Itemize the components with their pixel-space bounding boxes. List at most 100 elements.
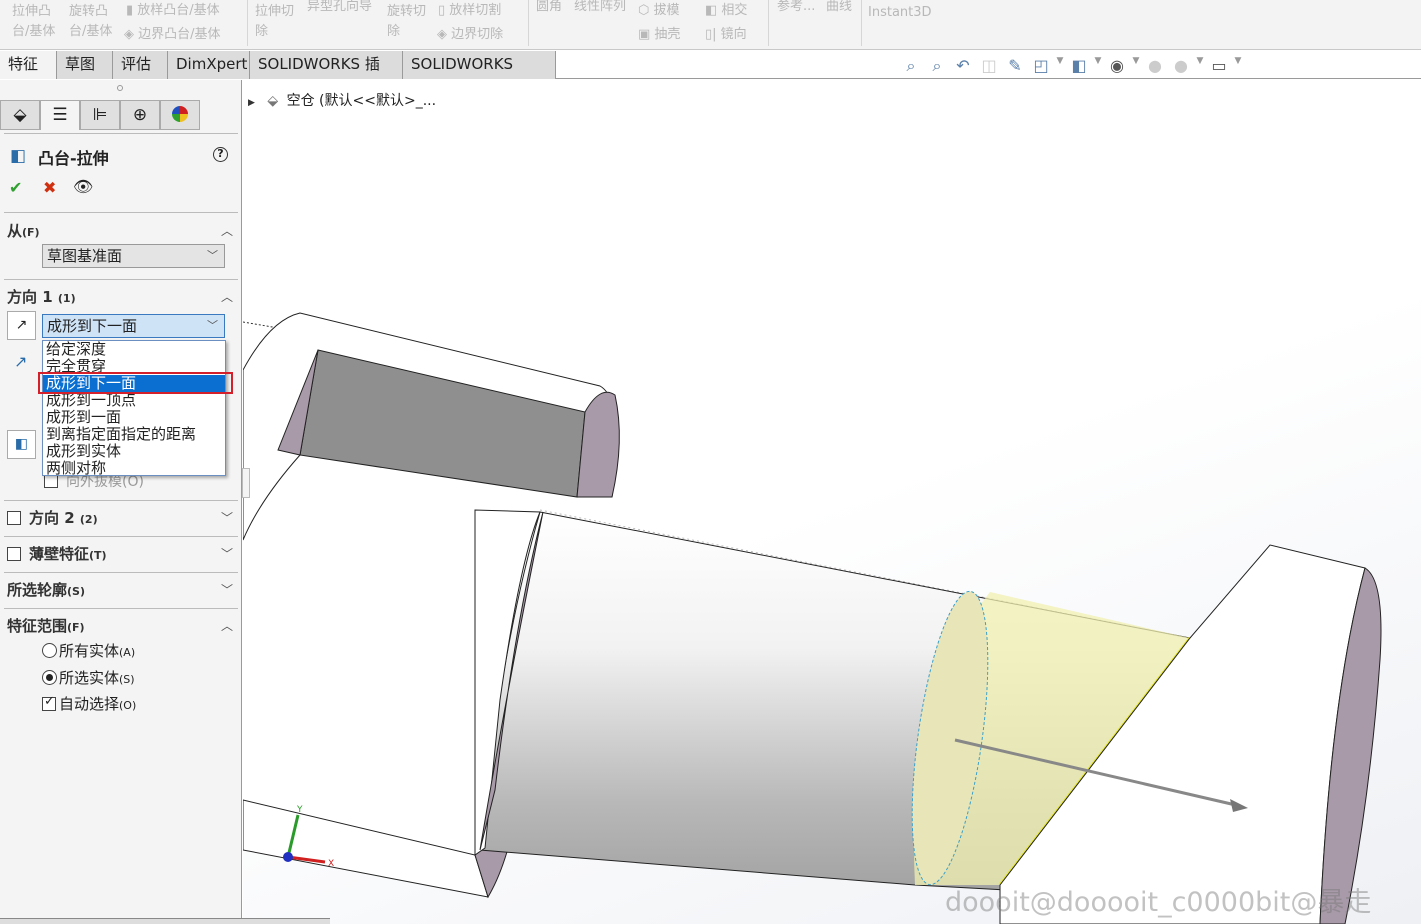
end-condition-value: 成形到下一面 bbox=[47, 317, 138, 335]
boundary-icon: ◈ bbox=[124, 27, 139, 42]
end-condition-dropdown-list[interactable]: 给定深度 完全贯穿 成形到下一面 成形到一顶点 成形到一面 到离指定面指定的距离… bbox=[42, 340, 226, 477]
chevron-down-icon[interactable]: ﹀ bbox=[221, 545, 233, 562]
tab-mbd[interactable]: SOLIDWORKS MBD bbox=[403, 51, 556, 100]
mirror-button[interactable]: ▯| 镜向 bbox=[705, 24, 747, 46]
expand-arrow-icon[interactable]: ▶ bbox=[248, 98, 255, 108]
direction1-section-header[interactable]: 方向 1 (1) bbox=[7, 286, 76, 307]
reverse-direction-button[interactable]: ↗ bbox=[7, 311, 36, 340]
apply-scene-icon[interactable]: ● bbox=[1170, 56, 1192, 76]
option-offset-from-surface[interactable]: 到离指定面指定的距离 bbox=[43, 426, 225, 443]
checkmark-icon: ✓ bbox=[44, 694, 55, 709]
draft-toggle-button[interactable]: ◧ bbox=[7, 430, 36, 459]
all-bodies-radio[interactable]: 所有实体(A) bbox=[42, 640, 135, 661]
chevron-down-icon[interactable]: ﹀ bbox=[221, 581, 233, 598]
hole-wizard-button[interactable]: 异型孔向导 bbox=[307, 0, 372, 18]
chevron-up-icon[interactable]: ︿ bbox=[221, 617, 233, 634]
chevron-down-icon[interactable]: ▼ bbox=[1234, 56, 1242, 76]
chevron-down-icon[interactable]: ▼ bbox=[1094, 56, 1102, 76]
section-view-icon[interactable]: ◫ bbox=[978, 56, 1000, 76]
intersect-button[interactable]: ◧ 相交 bbox=[705, 0, 747, 22]
draft-button[interactable]: ⬡ 拔模 bbox=[638, 0, 680, 22]
chevron-up-icon[interactable]: ︿ bbox=[221, 288, 233, 305]
tab-dimxpert[interactable]: DimXpert bbox=[168, 51, 250, 79]
help-button[interactable]: ? bbox=[213, 147, 228, 162]
extrude-cut-button[interactable]: 拉伸切 除 bbox=[255, 2, 294, 42]
option-mid-plane[interactable]: 两侧对称 bbox=[43, 460, 225, 477]
command-manager-ribbon: 拉伸凸 台/基体 旋转凸 台/基体 ▮ 放样凸台/基体 ◈ 边界凸台/基体 拉伸… bbox=[0, 0, 1421, 50]
tab-sketch[interactable]: 草图 bbox=[57, 51, 113, 79]
boundary-boss-label: 边界凸台/基体 bbox=[138, 27, 221, 42]
loft-cut-button[interactable]: ▯ 放样切割 bbox=[438, 0, 501, 22]
instant3d-button[interactable]: Instant3D bbox=[868, 2, 932, 24]
direction1-label: 方向 1 bbox=[7, 288, 53, 306]
thin-feature-checkbox[interactable] bbox=[7, 547, 21, 561]
option-blind[interactable]: 给定深度 bbox=[43, 341, 225, 358]
part-name: 空仓 (默认<<默认>_... bbox=[286, 93, 437, 109]
end-condition-select[interactable]: 成形到下一面 ﹀ bbox=[42, 314, 225, 338]
hide-show-icon[interactable]: ◉ bbox=[1106, 56, 1128, 76]
dimxpert-manager-tab[interactable]: ⊕ bbox=[120, 100, 160, 130]
edit-appearance-icon[interactable]: ● bbox=[1144, 56, 1166, 76]
ok-button[interactable]: ✔ bbox=[9, 178, 22, 197]
loft-icon: ▮ bbox=[126, 3, 138, 18]
revolve-cut-button[interactable]: 旋转切 除 bbox=[387, 2, 426, 42]
display-style-icon[interactable]: ◧ bbox=[1068, 56, 1090, 76]
auto-select-checkbox[interactable]: ✓ 自动选择(O) bbox=[42, 693, 136, 714]
direction2-key: (2) bbox=[79, 513, 98, 526]
reference-geometry-button[interactable]: 参考... bbox=[777, 0, 815, 18]
feature-manager-tab[interactable]: ⬙ bbox=[0, 100, 40, 130]
tab-evaluate[interactable]: 评估 bbox=[113, 51, 168, 79]
tab-features[interactable]: 特征 bbox=[0, 51, 57, 79]
option-up-to-surface[interactable]: 成形到一面 bbox=[43, 409, 225, 426]
preview-eye-button[interactable]: 👁 bbox=[73, 177, 93, 196]
configuration-manager-tab[interactable]: ⊫ bbox=[80, 100, 120, 130]
splitter-handle[interactable] bbox=[117, 85, 123, 91]
graphics-area[interactable]: Y X bbox=[243, 80, 1421, 924]
highlight-annotation-box bbox=[38, 372, 233, 394]
display-manager-tab[interactable] bbox=[160, 100, 200, 130]
boundary-boss-button[interactable]: ◈ 边界凸台/基体 bbox=[124, 24, 221, 46]
selected-contours-section-header[interactable]: 所选轮廓(S) bbox=[7, 579, 85, 600]
boundary-cut-button[interactable]: ◈ 边界切除 bbox=[437, 24, 503, 46]
loft-boss-button[interactable]: ▮ 放样凸台/基体 bbox=[126, 0, 220, 22]
view-settings-icon[interactable]: ▭ bbox=[1208, 56, 1230, 76]
panel-resize-handle[interactable] bbox=[242, 468, 250, 498]
fillet-button[interactable]: 圆角 bbox=[536, 0, 562, 18]
all-bodies-key: (A) bbox=[119, 646, 136, 659]
reverse-arrow-icon: ↗ bbox=[15, 317, 28, 333]
zoom-to-fit-icon[interactable]: ⌕ bbox=[900, 56, 922, 76]
thin-feature-key: (T) bbox=[89, 549, 107, 562]
view-orientation-icon[interactable]: ◰ bbox=[1030, 56, 1052, 76]
zoom-to-area-icon[interactable]: ⌕ bbox=[926, 56, 948, 76]
chevron-down-icon[interactable]: ﹀ bbox=[221, 509, 233, 526]
direction2-section-header[interactable]: 方向 2 (2) bbox=[7, 507, 98, 528]
linear-pattern-button[interactable]: 线性阵列 bbox=[574, 0, 626, 18]
curves-button[interactable]: 曲线 bbox=[826, 0, 852, 18]
cancel-button[interactable]: ✖ bbox=[43, 178, 56, 197]
chevron-down-icon[interactable]: ▼ bbox=[1196, 56, 1204, 76]
feature-title: 凸台-拉伸 bbox=[38, 149, 109, 168]
dynamic-annotation-icon[interactable]: ✎ bbox=[1004, 56, 1026, 76]
chevron-down-icon[interactable]: ▼ bbox=[1132, 56, 1140, 76]
option-up-to-vertex[interactable]: 成形到一顶点 bbox=[43, 392, 225, 409]
selected-bodies-radio[interactable]: 所选实体(S) bbox=[42, 667, 135, 688]
feature-tree-flyout[interactable]: ▶ ⬙ 空仓 (默认<<默认>_... bbox=[248, 90, 436, 110]
chevron-up-icon[interactable]: ︿ bbox=[221, 222, 233, 239]
option-up-to-body[interactable]: 成形到实体 bbox=[43, 443, 225, 460]
model-preview: Y X bbox=[243, 312, 1382, 924]
revolve-boss-button[interactable]: 旋转凸 台/基体 bbox=[69, 2, 112, 42]
thin-feature-section-header[interactable]: 薄壁特征(T) bbox=[7, 543, 107, 564]
feature-scope-key: (F) bbox=[67, 621, 85, 634]
previous-view-icon[interactable]: ↶ bbox=[952, 56, 974, 76]
direction2-checkbox[interactable] bbox=[7, 511, 21, 525]
extrude-boss-button[interactable]: 拉伸凸 台/基体 bbox=[12, 2, 55, 42]
loft-cut-icon: ▯ bbox=[438, 3, 450, 18]
property-manager-tab[interactable]: ☰ bbox=[40, 100, 80, 130]
list-icon: ☰ bbox=[52, 105, 68, 125]
from-section-header[interactable]: 从(F) bbox=[7, 220, 40, 241]
from-select[interactable]: 草图基准面 ﹀ bbox=[42, 244, 225, 268]
shell-button[interactable]: ▣ 抽壳 bbox=[638, 24, 680, 46]
tab-addins[interactable]: SOLIDWORKS 插件 bbox=[250, 51, 403, 100]
feature-scope-section-header[interactable]: 特征范围(F) bbox=[7, 615, 85, 636]
chevron-down-icon[interactable]: ▼ bbox=[1056, 56, 1064, 76]
